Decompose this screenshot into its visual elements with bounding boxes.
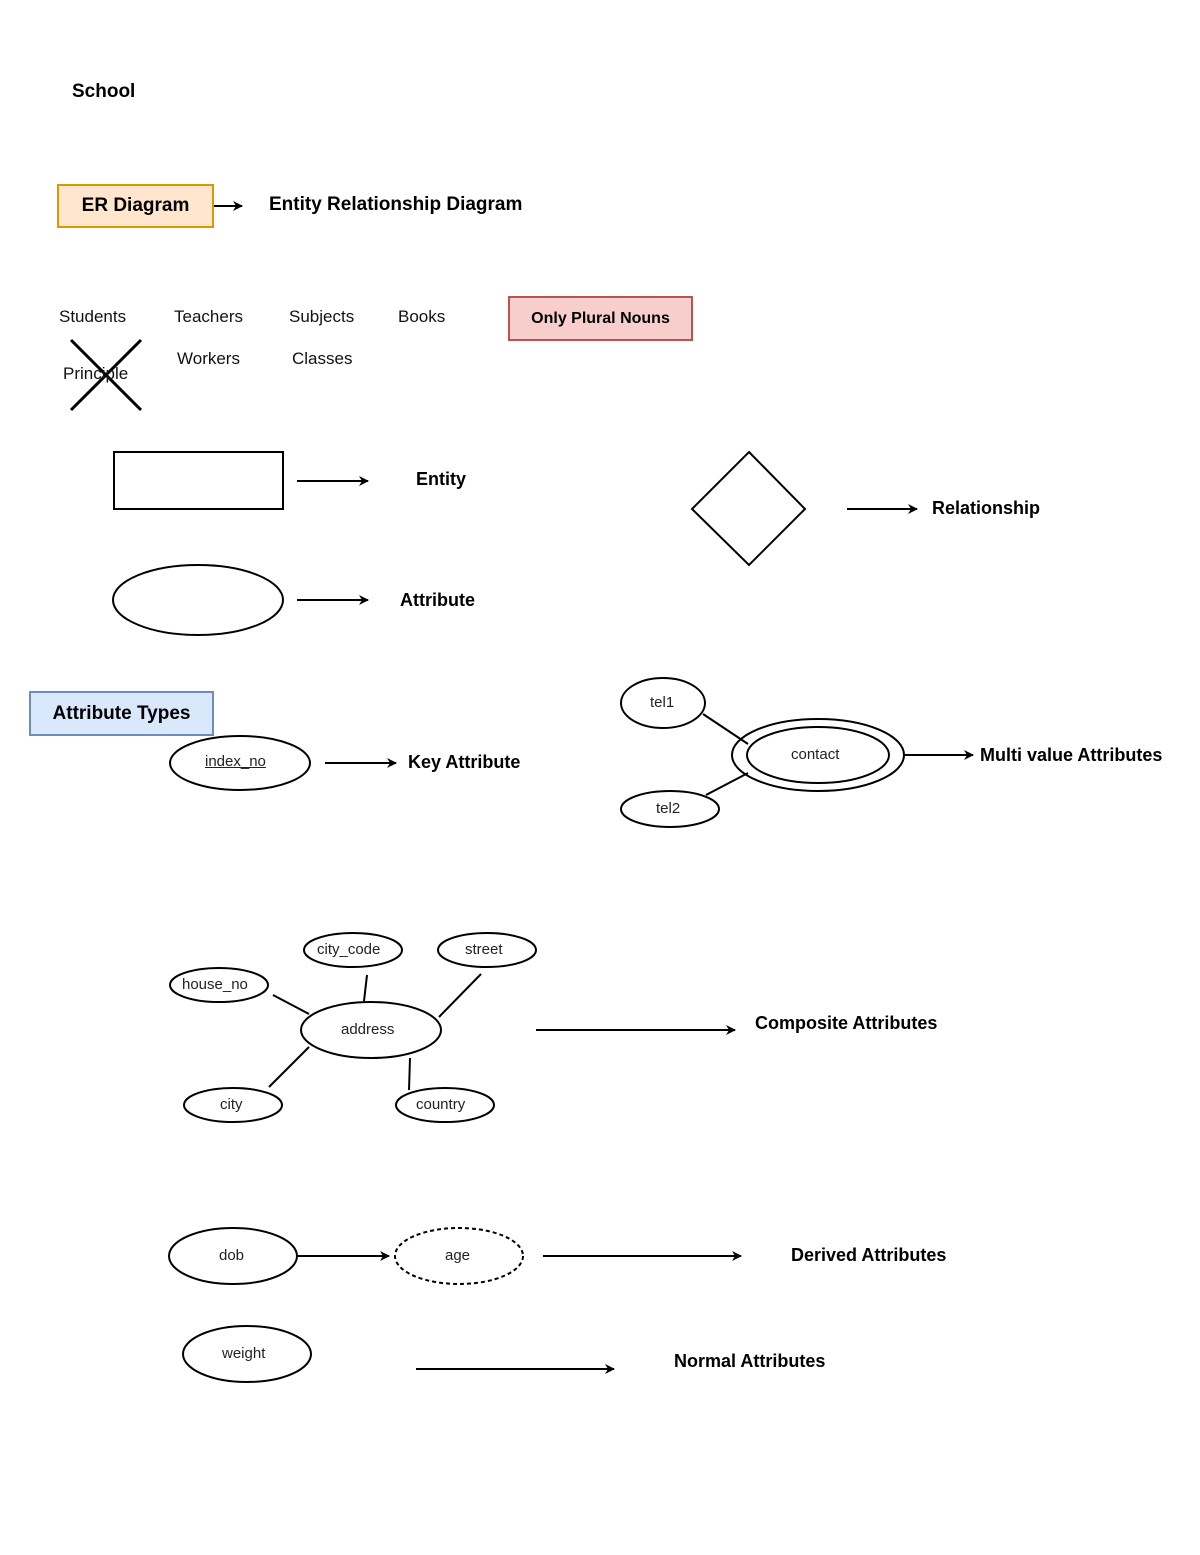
age-text: age [445, 1247, 471, 1264]
contact-text: contact [791, 746, 840, 763]
city-code-link [363, 974, 368, 1002]
noun-teachers: Teachers [174, 307, 243, 326]
city-code-text: city_code [317, 941, 381, 958]
er-diagram-box[interactable]: ER Diagram [57, 184, 214, 228]
diagram-canvas [69, 201, 974, 1383]
tel2-text: tel2 [656, 800, 681, 817]
house-no-text: house_no [182, 976, 248, 993]
city-text: city [220, 1096, 243, 1113]
noun-workers: Workers [177, 349, 240, 368]
multi-value-label: Multi value Attributes [980, 745, 1163, 765]
house-no-link [272, 994, 310, 1015]
country-link [408, 1057, 411, 1091]
page-title: School [72, 81, 136, 102]
city-link [268, 1046, 310, 1088]
normal-label: Normal Attributes [674, 1351, 826, 1371]
noun-books: Books [398, 307, 446, 326]
attribute-shape[interactable] [112, 564, 284, 636]
key-attribute-label: Key Attribute [408, 752, 521, 772]
attribute-types-header[interactable]: Attribute Types [29, 691, 214, 736]
entity-label: Entity [416, 469, 467, 489]
dob-text: dob [219, 1247, 245, 1264]
attribute-label: Attribute [400, 590, 475, 610]
key-attribute-text: index_no [205, 753, 266, 770]
weight-text: weight [222, 1345, 266, 1362]
country-text: country [416, 1096, 466, 1113]
noun-students: Students [59, 307, 127, 326]
street-text: street [465, 941, 503, 958]
er-definition: Entity Relationship Diagram [269, 194, 523, 215]
noun-subjects: Subjects [289, 307, 355, 326]
entity-shape[interactable] [113, 451, 284, 510]
plural-nouns-note[interactable]: Only Plural Nouns [508, 296, 693, 341]
noun-classes: Classes [292, 349, 353, 368]
derived-label: Derived Attributes [791, 1245, 947, 1265]
noun-principle-crossed: Principle [63, 364, 129, 383]
tel1-text: tel1 [650, 694, 675, 711]
relationship-label: Relationship [932, 498, 1041, 518]
relationship-shape[interactable] [690, 450, 807, 567]
tel2-link [705, 772, 749, 796]
composite-label: Composite Attributes [755, 1013, 938, 1033]
street-link [438, 973, 482, 1018]
address-text: address [341, 1021, 395, 1038]
